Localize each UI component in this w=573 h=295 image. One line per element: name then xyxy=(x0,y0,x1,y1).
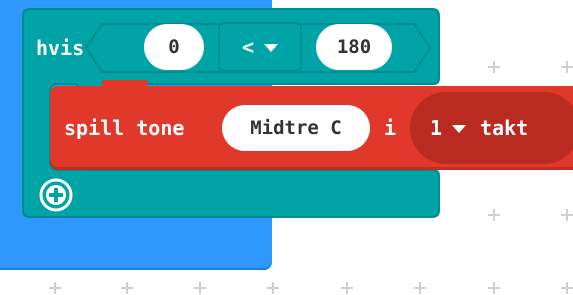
plus-circle-icon[interactable] xyxy=(38,177,74,213)
grid-marker xyxy=(413,281,427,295)
beats-dropdown[interactable]: 1 takt xyxy=(410,92,573,164)
comparison-operator-dropdown[interactable]: < xyxy=(218,22,302,72)
grid-marker xyxy=(266,281,280,295)
play-tone-label: spill tone xyxy=(64,116,185,140)
chevron-down-icon xyxy=(264,44,279,52)
grid-marker xyxy=(487,60,501,74)
grid-marker xyxy=(48,281,62,295)
note-input[interactable]: Midtre C xyxy=(222,105,370,151)
operator-label: < xyxy=(241,35,255,59)
grid-marker xyxy=(340,281,354,295)
grid-marker xyxy=(560,281,573,295)
if-keyword: hvis xyxy=(36,36,85,60)
grid-marker xyxy=(560,60,573,74)
chevron-down-icon xyxy=(452,125,467,133)
beats-unit: takt xyxy=(480,116,529,140)
connector-label: i xyxy=(384,116,397,140)
blocks-workspace[interactable]: hvis 0 < 180 spill tone Midtre C i 1 tak… xyxy=(0,0,573,294)
left-operand-input[interactable]: 0 xyxy=(144,24,204,70)
grid-marker xyxy=(193,281,207,295)
right-operand-input[interactable]: 180 xyxy=(316,24,392,70)
grid-marker xyxy=(560,208,573,222)
grid-marker xyxy=(487,208,501,222)
beats-value: 1 xyxy=(430,116,443,140)
grid-marker xyxy=(120,281,134,295)
grid-marker xyxy=(487,281,501,295)
